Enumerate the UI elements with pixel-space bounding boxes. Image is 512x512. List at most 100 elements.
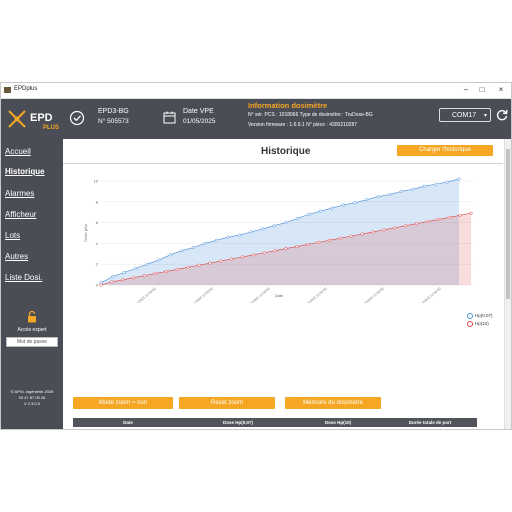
data-point [415,222,419,226]
x-tick-label: 03/03/2025 12:00:00 [302,287,328,303]
device-model: EPD3-BG [98,108,129,115]
header-bar: EPD PLUS EPD3-BG N° 505573 Date VPE 01/0… [1,99,511,139]
device-number: N° 505573 [98,118,129,125]
dosimeter-info-title: Information dosimètre [248,101,328,110]
table-cell: 1.044 µSv [293,427,383,429]
epd-plus-logo: EPD PLUS [8,110,59,131]
scrollbar-thumb[interactable] [506,149,510,299]
sidebar-item-autres[interactable]: Autres [5,252,28,261]
data-point [157,258,161,262]
data-point [447,215,451,219]
vertical-scrollbar[interactable] [504,139,511,429]
data-point [208,261,212,265]
data-point [341,203,346,207]
data-point [145,262,149,266]
data-point [134,266,138,270]
data-point [318,209,322,213]
expert-access-label: Accès expert [17,327,47,333]
data-point [284,247,288,251]
column-header-duration: Durée totale de port [408,420,452,425]
data-point [371,230,375,234]
data-point [425,220,430,224]
data-point [306,242,310,246]
data-point [445,180,450,184]
sidebar-item-liste-dosi[interactable]: Liste Dosi. [5,273,42,282]
data-point [295,216,299,220]
data-point [284,221,288,225]
legend-item-hp10: Hp(10) [467,321,489,327]
data-point [307,212,311,216]
data-point [458,213,462,217]
data-point [226,235,230,239]
data-point [132,276,136,280]
app-window: EPDplus – □ × EPD PLUS EPD3-BG N° 505573… [0,82,512,430]
data-point [262,251,266,255]
data-point [317,240,321,244]
data-point [191,246,195,250]
refresh-icon[interactable] [496,109,508,121]
data-point [436,217,440,222]
data-point [382,228,386,232]
unlock-icon[interactable] [27,311,37,323]
data-point [411,187,415,191]
data-point [295,244,299,249]
calendar-icon [163,111,176,124]
x-tick-label: 21/03/2025 12:00:00 [359,287,385,303]
x-tick-label: 08/04/2025 12:00:00 [416,287,442,303]
data-point [422,184,426,188]
data-point [197,263,201,267]
sidebar-item-afficheur[interactable]: Afficheur [5,210,36,219]
data-point [249,230,253,234]
data-point [457,177,461,181]
y-tick-label: 0 [96,283,99,288]
legend-swatch-hp007 [467,313,473,319]
data-point [327,238,332,242]
reset-zoom-button[interactable]: Reset zoom [179,397,275,409]
legend-label-hp007: Hp(0,07) [475,313,493,319]
y-tick-label: 2 [96,262,99,267]
sidebar-item-alarmes[interactable]: Alarmes [5,189,34,198]
title-divider [63,163,503,164]
data-point [164,269,168,274]
table-row[interactable]: 22/04/2025 09:34:200.953 µSv1.044 µSv0 j… [73,427,477,429]
data-point [203,241,207,245]
data-point [153,272,157,276]
window-title: EPDplus [14,86,38,92]
y-tick-label: 6 [96,220,99,225]
dose-history-chart: 0 2 4 6 8 10 Dose µSv Date 08/01/2025 12:00:00 26… [83,177,473,303]
dosimeter-memory-button[interactable]: Mémoire du dosimètre [285,397,381,409]
com-port-select[interactable]: COM17 ▾ [439,108,491,122]
minimize-icon[interactable]: – [459,85,473,95]
legend-label-hp10: Hp(10) [475,321,489,327]
column-header-hp10: Dose Hp(10) [324,420,352,425]
data-point [142,274,147,278]
sidebar-item-historique[interactable]: Historique [5,167,45,176]
data-point [399,189,403,193]
legend-item-hp007: Hp(0,07) [467,313,493,319]
password-field[interactable]: Mot de passe [6,337,58,347]
zoom-mode-button[interactable]: Mode zoom = non [73,397,173,409]
y-tick-label: 4 [96,241,99,246]
y-tick-label: 8 [96,199,99,204]
data-point [353,201,357,205]
data-point [434,182,438,186]
maximize-icon[interactable]: □ [475,85,489,95]
data-point [272,224,276,228]
x-tick-label: 13/02/2025 12:00:00 [245,287,271,303]
data-point [168,253,172,257]
vpe-date: 01/05/2025 [183,118,216,125]
app-icon [4,87,11,93]
sidebar: Accueil Historique Alarmes Afficheur Lot… [1,139,63,429]
data-point [261,227,265,231]
data-point [404,224,408,228]
data-point [251,253,255,257]
sidebar-item-lots[interactable]: Lots [5,231,20,240]
chevron-down-icon: ▾ [483,113,487,119]
sidebar-item-accueil[interactable]: Accueil [5,147,31,156]
data-point [330,206,334,210]
data-point [238,233,242,237]
main-panel: Historique Charger l'historique 0 2 4 6 8 10 D… [63,139,511,429]
close-icon[interactable]: × [494,85,508,95]
data-point [338,236,342,240]
load-history-button[interactable]: Charger l'historique [397,145,493,156]
